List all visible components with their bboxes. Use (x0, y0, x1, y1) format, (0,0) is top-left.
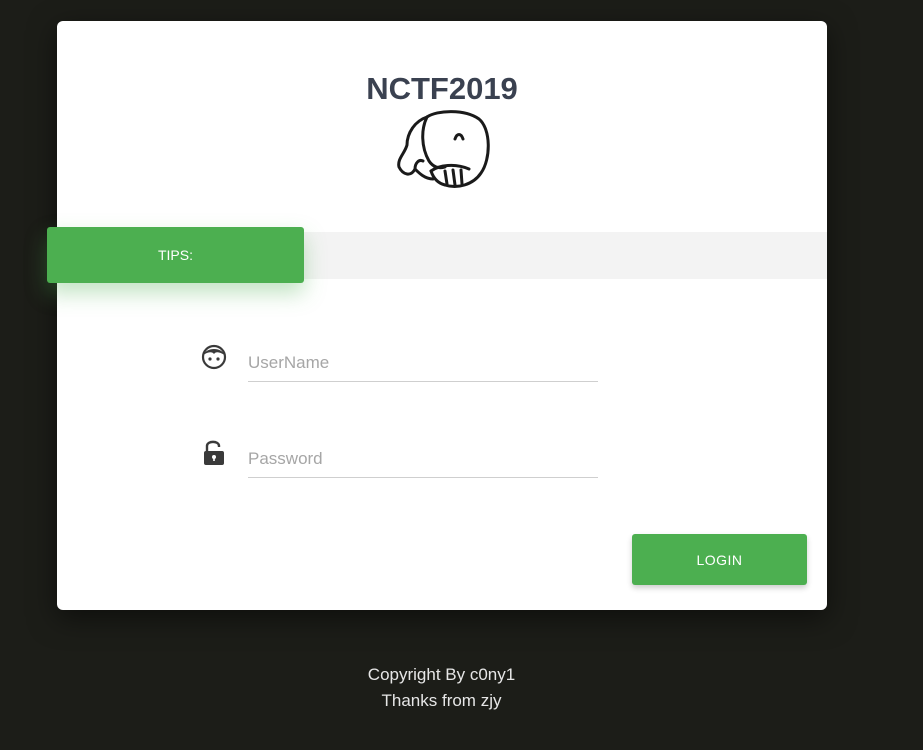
unlock-icon (204, 440, 224, 465)
thanks-text: Thanks from zjy (381, 691, 502, 710)
tips-badge: TIPS: (47, 227, 304, 283)
password-input[interactable] (248, 441, 598, 478)
user-face-icon (201, 344, 227, 370)
footer: Copyright By c0ny1 Thanks from zjy (0, 662, 883, 714)
copyright-text: Copyright By c0ny1 (367, 665, 516, 684)
login-card: NCTF2019 (57, 21, 827, 610)
elephant-icon (397, 110, 490, 188)
username-input[interactable] (248, 345, 598, 382)
page-title: NCTF2019 (366, 71, 518, 106)
login-button[interactable]: LOGIN (632, 534, 807, 585)
